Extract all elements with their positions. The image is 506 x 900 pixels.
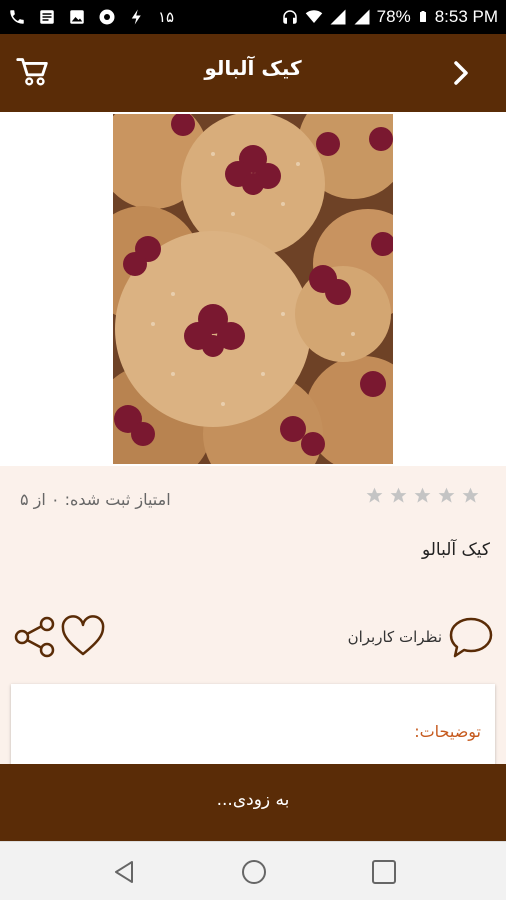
flash-icon — [131, 9, 141, 25]
star-icon[interactable] — [389, 486, 408, 505]
description-title: توضیحات: — [414, 722, 481, 741]
comments-label: نظرات کاربران — [347, 628, 442, 646]
description-card: توضیحات: — [11, 684, 495, 774]
status-bar: ۱۵ 78% 8:53 PM — [0, 0, 506, 34]
star-icon[interactable] — [365, 486, 384, 505]
share-button[interactable] — [12, 614, 58, 660]
back-nav-icon[interactable] — [110, 858, 138, 886]
recipe-name: کیک آلبالو — [421, 540, 490, 560]
recipe-photo — [113, 114, 393, 464]
rating-label: امتیاز ثبت شده: ۰ از ۵ — [20, 490, 171, 509]
clock: 8:53 PM — [434, 7, 498, 26]
headset-icon — [282, 10, 297, 24]
signal-icon-2 — [354, 9, 370, 25]
battery-level: 78% — [376, 7, 411, 26]
star-icon[interactable] — [437, 486, 456, 505]
wifi-icon — [305, 10, 322, 23]
message-icon — [40, 10, 54, 24]
home-nav-icon[interactable] — [240, 858, 268, 886]
share-icon — [14, 616, 55, 658]
rating-text: امتیاز ثبت شده: ۰ از ۵ — [20, 490, 194, 509]
image-area — [0, 112, 506, 466]
system-nav-bar — [0, 841, 506, 900]
gallery-icon — [70, 10, 84, 24]
comments-button[interactable]: نظرات کاربران — [348, 614, 494, 660]
signal-icon — [330, 9, 346, 25]
rating-stars[interactable] — [365, 486, 480, 505]
action-row: نظرات کاربران — [0, 610, 506, 664]
status-number: ۱۵ — [158, 8, 175, 26]
like-button[interactable] — [60, 614, 106, 660]
bottom-bar[interactable]: به زودی... — [0, 764, 506, 841]
recents-nav-icon[interactable] — [370, 858, 398, 886]
battery-icon — [419, 11, 426, 22]
back-button[interactable] — [448, 58, 474, 88]
star-icon[interactable] — [413, 486, 432, 505]
page-title: کیک آلبالو — [204, 56, 302, 80]
chevron-right-icon — [454, 61, 468, 85]
coming-soon-text: به زودی... — [216, 790, 290, 810]
phone-icon — [10, 10, 24, 24]
star-icon[interactable] — [461, 486, 480, 505]
comment-icon — [449, 617, 493, 658]
heart-icon — [61, 615, 105, 656]
record-icon — [99, 9, 115, 25]
app-bar: کیک آلبالو — [0, 34, 506, 112]
